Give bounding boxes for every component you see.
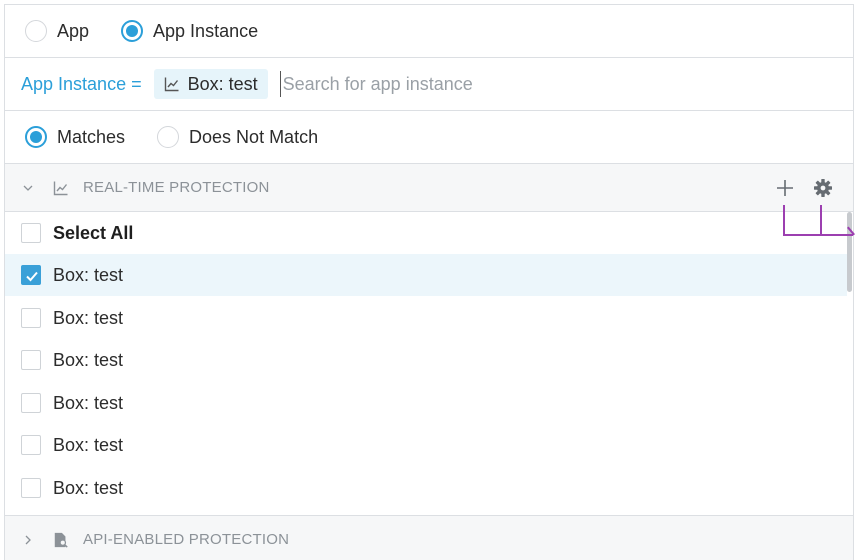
item-checkbox[interactable] [21, 393, 41, 413]
filter-chip[interactable]: Box: test [153, 69, 268, 99]
select-all-checkbox[interactable] [21, 223, 41, 243]
connector-line [820, 205, 822, 236]
app-instance-list: Select All Box: test Box: test Box: test… [5, 212, 853, 515]
list-item[interactable]: Box: test [5, 382, 847, 424]
item-label: Box: test [53, 477, 124, 498]
section-actions [775, 164, 833, 211]
section-title: API-ENABLED PROTECTION [83, 531, 290, 548]
line-chart-icon [164, 77, 179, 92]
list-item[interactable]: Box: test [5, 424, 847, 466]
scope-option-app-instance[interactable]: App Instance [121, 20, 258, 42]
chevron-down-icon[interactable] [21, 181, 35, 195]
list-item[interactable]: Box: test [5, 467, 847, 509]
filter-panel: App App Instance App Instance = Box: tes… [4, 4, 854, 560]
plus-icon [777, 179, 793, 196]
item-label: Box: test [53, 264, 124, 285]
section-real-time-protection[interactable]: REAL-TIME PROTECTION [5, 164, 853, 212]
list-item[interactable]: Box: test [5, 254, 847, 296]
list-scrollbar[interactable] [847, 212, 852, 292]
connector-line [783, 205, 785, 236]
match-row: Matches Does Not Match [5, 111, 853, 164]
filter-row: App Instance = Box: test [5, 58, 853, 111]
section-title: REAL-TIME PROTECTION [83, 179, 270, 196]
item-label: Box: test [53, 307, 124, 328]
chevron-right-icon[interactable] [21, 533, 35, 547]
item-checkbox[interactable] [21, 478, 41, 498]
settings-button[interactable] [813, 178, 833, 198]
scope-option-app[interactable]: App [25, 20, 89, 42]
app-instance-radio[interactable] [121, 20, 144, 42]
match-option-matches[interactable]: Matches [25, 126, 125, 148]
document-search-icon [54, 532, 68, 548]
checkmark-icon [26, 271, 38, 282]
item-checkbox[interactable] [21, 265, 41, 285]
connector-line [783, 234, 853, 236]
does-not-match-radio[interactable] [157, 126, 180, 148]
filter-key-label: App Instance = [21, 73, 142, 94]
app-radio[interactable] [25, 20, 47, 42]
section-api-enabled-protection[interactable]: API-ENABLED PROTECTION [5, 515, 853, 560]
filter-chip-label: Box: test [187, 73, 258, 94]
scope-row: App App Instance [5, 5, 853, 58]
does-not-match-radio-label: Does Not Match [189, 126, 319, 147]
item-label: Box: test [53, 434, 124, 455]
item-label: Box: test [53, 392, 124, 413]
item-label: Box: test [53, 349, 124, 370]
match-option-does-not-match[interactable]: Does Not Match [157, 126, 318, 148]
gear-icon [814, 178, 832, 197]
list-item[interactable]: Box: test [5, 339, 847, 381]
item-checkbox[interactable] [21, 435, 41, 455]
matches-radio-label: Matches [57, 126, 126, 147]
select-all-label: Select All [53, 222, 134, 243]
item-checkbox[interactable] [21, 308, 41, 328]
select-all-row[interactable]: Select All [5, 212, 847, 254]
app-radio-label: App [57, 20, 90, 41]
item-checkbox[interactable] [21, 350, 41, 370]
add-button[interactable] [775, 178, 795, 198]
line-chart-icon [53, 181, 68, 195]
app-instance-radio-label: App Instance [153, 20, 259, 41]
app-instance-search-input[interactable] [279, 71, 660, 97]
matches-radio[interactable] [25, 126, 47, 148]
list-item[interactable]: Box: test [5, 297, 847, 339]
